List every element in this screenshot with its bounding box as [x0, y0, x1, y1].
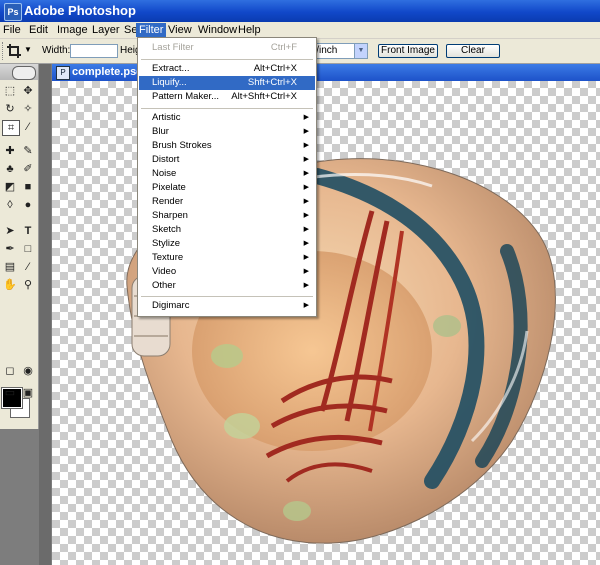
- screen-mode-standard-icon[interactable]: ▭: [2, 386, 18, 400]
- submenu-arrow-icon: ▶: [303, 268, 309, 275]
- menu-layer[interactable]: Layer: [89, 23, 123, 37]
- hand-tool-icon[interactable]: ✋: [2, 278, 18, 292]
- document-name: complete.psd: [72, 66, 143, 78]
- chevron-down-icon[interactable]: ▼: [354, 44, 367, 58]
- width-label: Width:: [42, 45, 71, 56]
- submenu-arrow-icon: ▶: [303, 128, 309, 135]
- lasso-tool-icon[interactable]: ↻: [2, 102, 18, 116]
- toolbox-header[interactable]: [0, 64, 38, 80]
- menu-item-blur[interactable]: Blur ▶: [139, 125, 315, 139]
- menu-filter[interactable]: Filter: [136, 23, 167, 37]
- menu-item-last-filter[interactable]: Last Filter Ctrl+F: [139, 41, 315, 55]
- magic-wand-tool-icon[interactable]: ✧: [20, 102, 36, 116]
- brush-tool-icon[interactable]: ✎: [20, 144, 36, 158]
- pen-tool-icon[interactable]: ✒: [2, 242, 18, 256]
- menu-image[interactable]: Image: [54, 23, 91, 37]
- submenu-arrow-icon: ▶: [303, 156, 309, 163]
- title-bar: Ps Adobe Photoshop: [0, 0, 600, 22]
- menu-separator: [141, 108, 313, 109]
- glass-bowl-image[interactable]: [52, 81, 600, 565]
- submenu-arrow-icon: ▶: [303, 226, 309, 233]
- tool-preset-arrow-icon[interactable]: ▼: [24, 45, 32, 54]
- submenu-arrow-icon: ▶: [303, 142, 309, 149]
- history-brush-tool-icon[interactable]: ✐: [20, 162, 36, 176]
- crop-tool-icon[interactable]: [6, 43, 22, 59]
- shape-tool-icon[interactable]: □: [20, 242, 36, 256]
- photoshop-app-icon: Ps: [4, 3, 22, 21]
- width-field[interactable]: [70, 44, 118, 58]
- crop-tool-icon[interactable]: ⌗: [2, 120, 20, 136]
- menu-item-stylize[interactable]: Stylize ▶: [139, 237, 315, 251]
- clear-button[interactable]: Clear: [446, 44, 500, 58]
- menu-item-pixelate[interactable]: Pixelate ▶: [139, 181, 315, 195]
- menu-item-liquify[interactable]: Liquify... Shft+Ctrl+X: [139, 76, 315, 90]
- submenu-arrow-icon: ▶: [303, 240, 309, 247]
- menu-item-other[interactable]: Other ▶: [139, 279, 315, 293]
- workspace-background: [39, 64, 51, 565]
- clone-stamp-tool-icon[interactable]: ♣: [2, 162, 18, 176]
- document-window[interactable]: P complete.psd: [52, 64, 600, 565]
- menu-file[interactable]: File: [0, 23, 24, 37]
- menu-separator: [141, 296, 313, 297]
- screen-mode-full-icon[interactable]: ▣: [20, 386, 36, 400]
- toolbox: ⬚ ✥ ↻ ✧ ⌗ ⁄ ✚ ✎ ♣ ✐ ◩ ■ ◊ ● ➤ T ✒ □ ▤ ⁄ …: [0, 64, 39, 429]
- menu-item-sketch[interactable]: Sketch ▶: [139, 223, 315, 237]
- healing-brush-tool-icon[interactable]: ✚: [2, 144, 18, 158]
- menu-item-extract[interactable]: Extract... Alt+Ctrl+X: [139, 62, 315, 76]
- filter-menu-dropdown: Last Filter Ctrl+F Extract... Alt+Ctrl+X L…: [137, 37, 317, 317]
- submenu-arrow-icon: ▶: [303, 198, 309, 205]
- eyedropper-tool-icon[interactable]: ⁄: [20, 260, 36, 274]
- psd-file-icon: P: [56, 66, 70, 80]
- submenu-arrow-icon: ▶: [303, 254, 309, 261]
- move-tool-icon[interactable]: ✥: [20, 84, 36, 98]
- submenu-arrow-icon: ▶: [303, 282, 309, 289]
- gradient-tool-icon[interactable]: ■: [20, 180, 36, 194]
- blur-tool-icon[interactable]: ◊: [2, 198, 18, 212]
- menu-item-artistic[interactable]: Artistic ▶: [139, 111, 315, 125]
- menu-item-texture[interactable]: Texture ▶: [139, 251, 315, 265]
- menu-window[interactable]: Window: [195, 23, 240, 37]
- submenu-arrow-icon: ▶: [303, 170, 309, 177]
- front-image-button[interactable]: Front Image: [378, 44, 438, 58]
- eye-icon: [12, 66, 36, 80]
- zoom-tool-icon[interactable]: ⚲: [20, 278, 36, 292]
- menu-view[interactable]: View: [165, 23, 195, 37]
- path-selection-tool-icon[interactable]: ➤: [2, 224, 18, 238]
- menu-item-video[interactable]: Video ▶: [139, 265, 315, 279]
- notes-tool-icon[interactable]: ▤: [2, 260, 18, 274]
- submenu-arrow-icon: ▶: [303, 212, 309, 219]
- menu-separator: [141, 59, 313, 60]
- standard-mode-icon[interactable]: ◻: [2, 364, 18, 378]
- slice-tool-icon[interactable]: ⁄: [20, 120, 36, 134]
- submenu-arrow-icon: ▶: [303, 302, 309, 309]
- quick-mask-mode-icon[interactable]: ◉: [20, 364, 36, 378]
- dodge-tool-icon[interactable]: ●: [20, 198, 36, 212]
- menu-item-digimarc[interactable]: Digimarc ▶: [139, 299, 315, 313]
- eraser-tool-icon[interactable]: ◩: [2, 180, 18, 194]
- menu-help[interactable]: Help: [235, 23, 264, 37]
- menu-item-sharpen[interactable]: Sharpen ▶: [139, 209, 315, 223]
- menu-item-brush-strokes[interactable]: Brush Strokes ▶: [139, 139, 315, 153]
- type-tool-icon[interactable]: T: [20, 224, 36, 238]
- menu-item-noise[interactable]: Noise ▶: [139, 167, 315, 181]
- submenu-arrow-icon: ▶: [303, 114, 309, 121]
- menu-item-render[interactable]: Render ▶: [139, 195, 315, 209]
- menu-edit[interactable]: Edit: [26, 23, 51, 37]
- marquee-tool-icon[interactable]: ⬚: [2, 84, 18, 98]
- submenu-arrow-icon: ▶: [303, 184, 309, 191]
- menu-item-distort[interactable]: Distort ▶: [139, 153, 315, 167]
- window-title: Adobe Photoshop: [24, 3, 136, 18]
- menu-item-pattern-maker[interactable]: Pattern Maker... Alt+Shft+Ctrl+X: [139, 90, 315, 104]
- document-title-bar[interactable]: P complete.psd: [52, 64, 600, 81]
